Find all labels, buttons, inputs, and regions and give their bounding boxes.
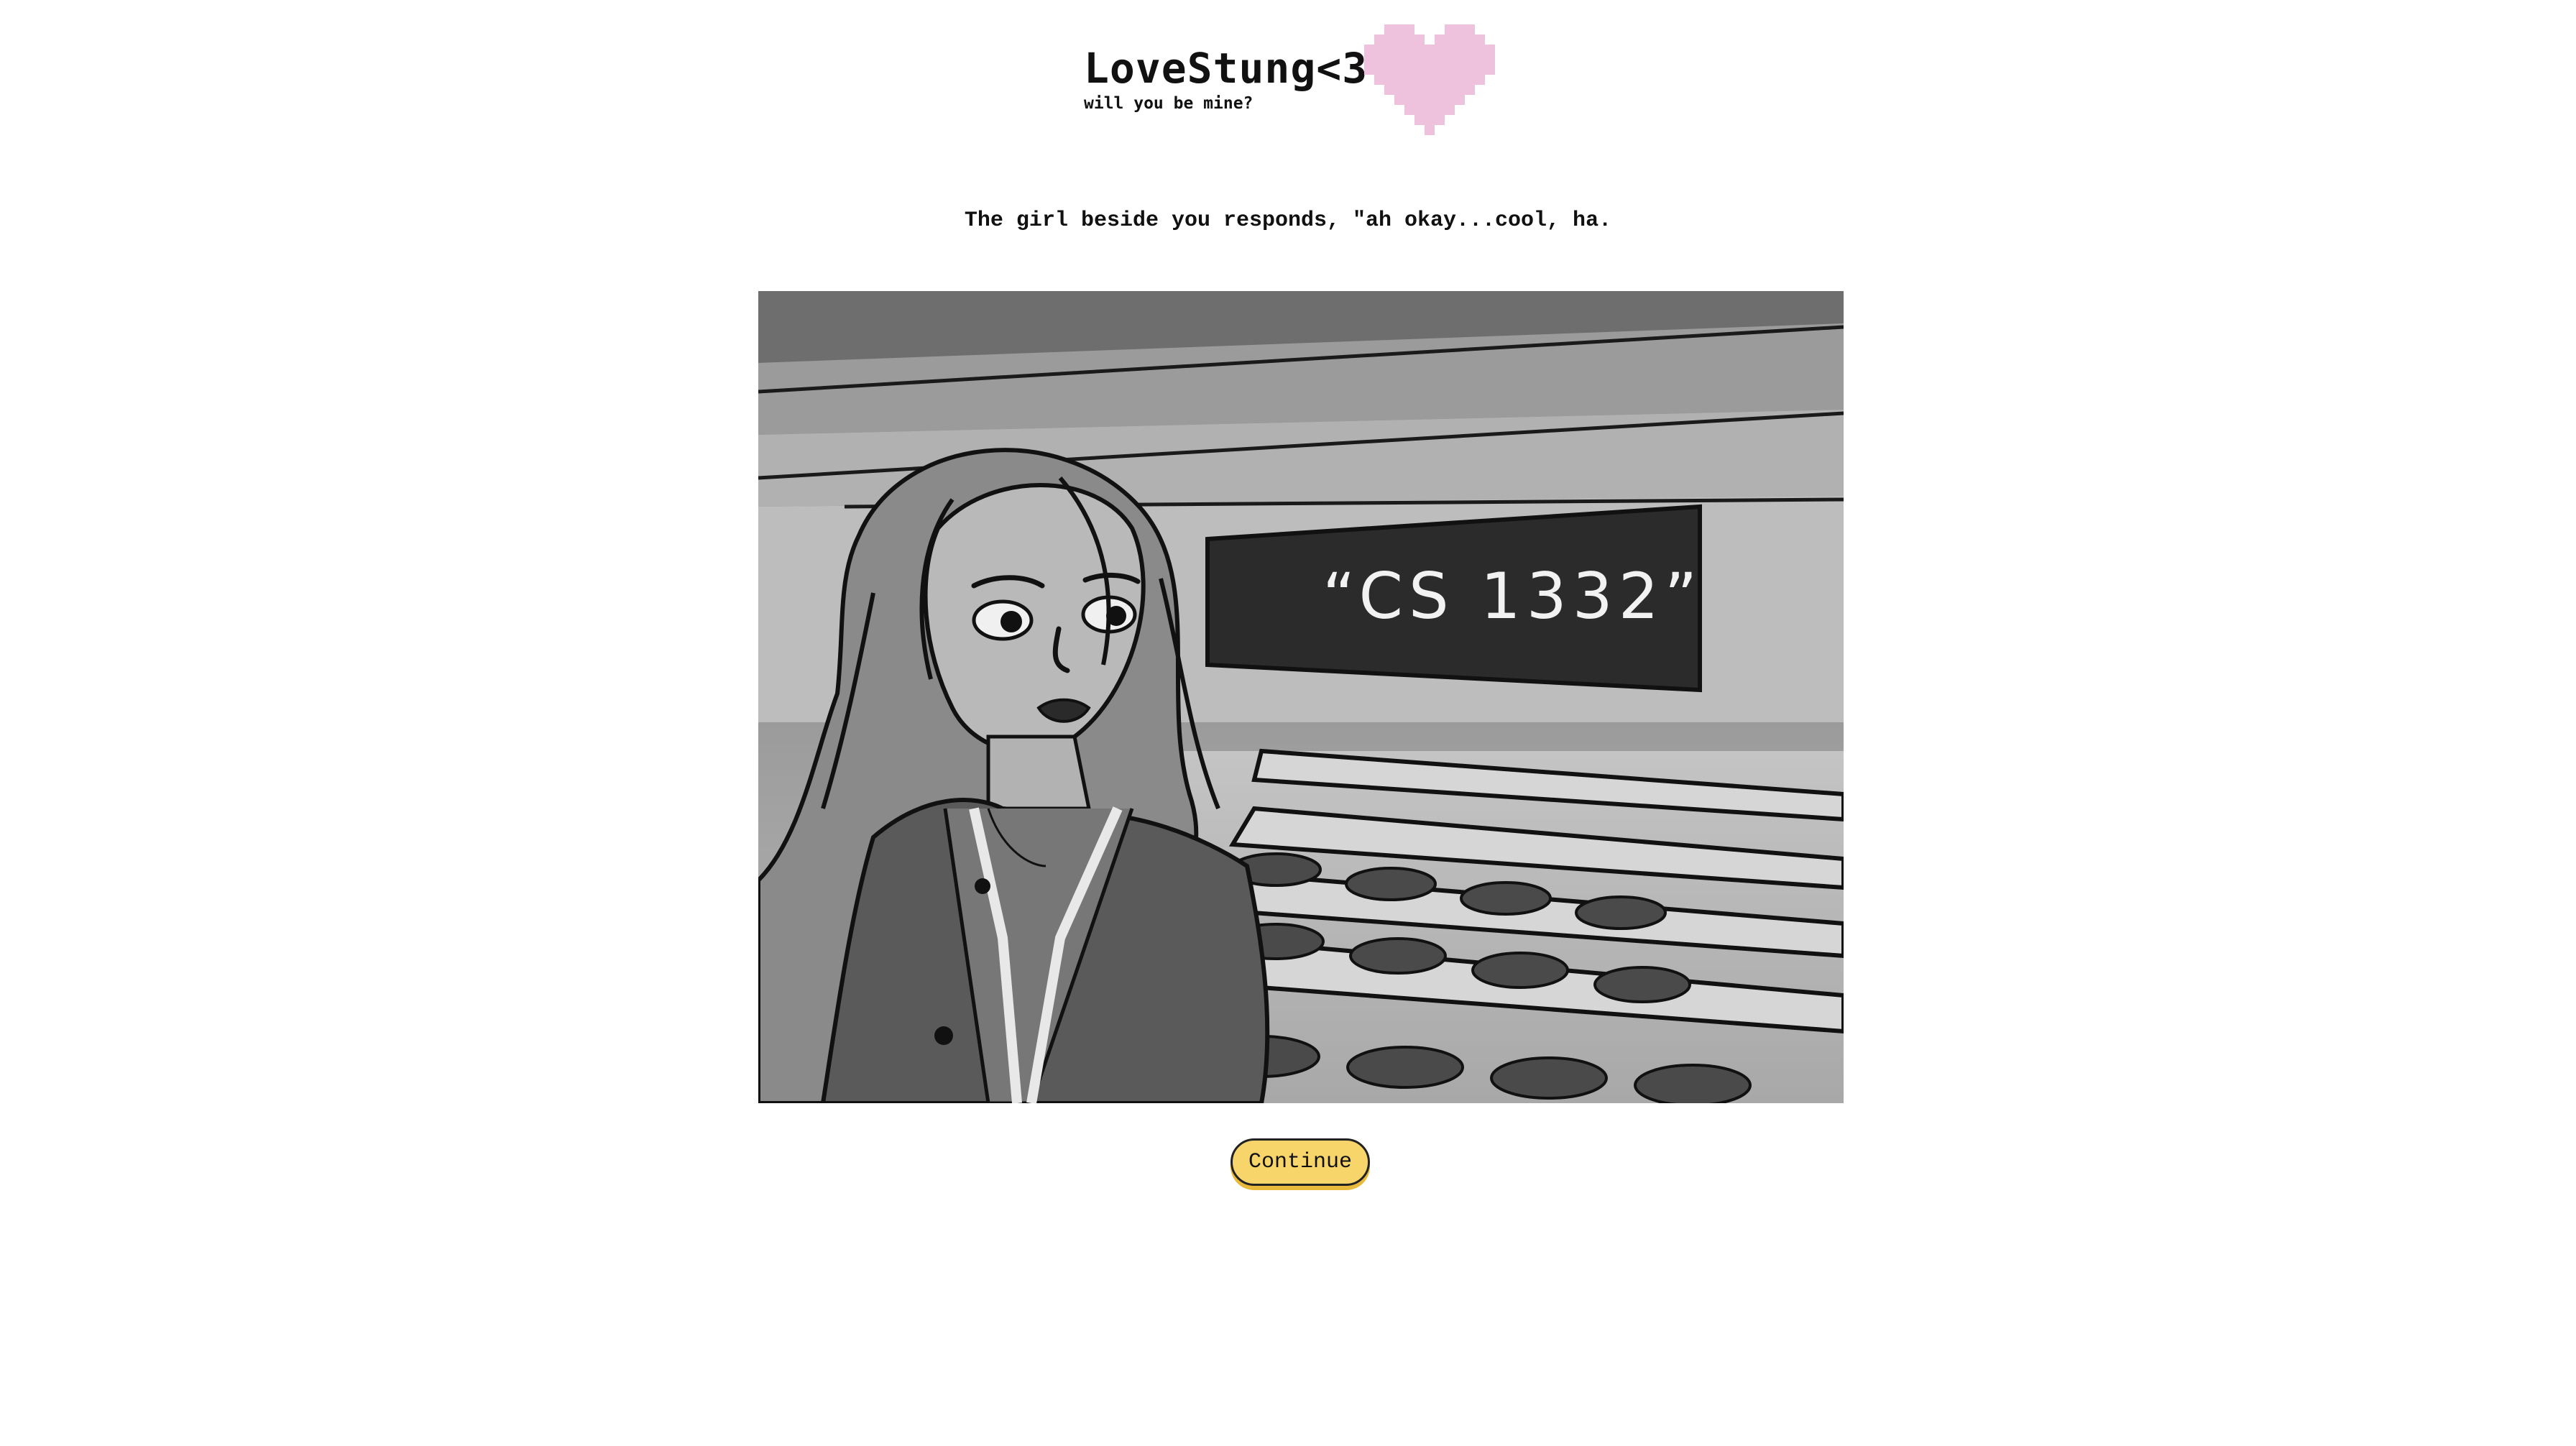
title-block: LoveStung<3 will you be mine? <box>1084 43 1368 114</box>
narration-text: The girl beside you responds, "ah okay..… <box>964 208 1612 233</box>
continue-button[interactable]: Continue <box>1230 1138 1370 1186</box>
classroom-drawing: “CS 1332” <box>758 291 1844 1103</box>
header: LoveStung<3 will you be mine? <box>0 0 2576 158</box>
pixel-heart-icon <box>1364 24 1495 135</box>
chalkboard-text: “CS 1332” <box>1322 559 1703 633</box>
scene-illustration: “CS 1332” <box>758 291 1844 1103</box>
app-tagline: will you be mine? <box>1084 94 1254 113</box>
app-title: LoveStung<3 <box>1084 44 1368 93</box>
